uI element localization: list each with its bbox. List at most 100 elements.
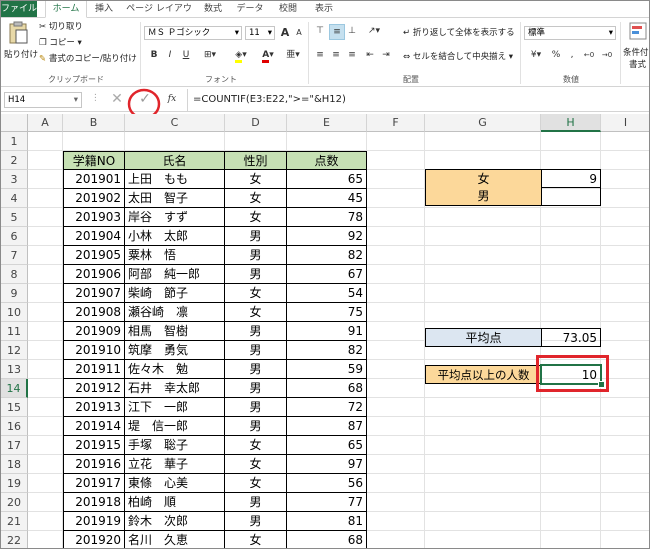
row-header[interactable]: 4 bbox=[1, 189, 28, 208]
name-cell[interactable]: 阿部 純一郎 bbox=[125, 265, 225, 284]
score-cell[interactable]: 82 bbox=[287, 341, 367, 360]
increase-decimal-button[interactable]: ←0 bbox=[581, 48, 597, 62]
student-id-cell[interactable]: 201916 bbox=[63, 455, 125, 474]
student-id-cell[interactable]: 201901 bbox=[63, 170, 125, 189]
student-id-cell[interactable]: 201920 bbox=[63, 531, 125, 548]
row-header[interactable]: 14 bbox=[1, 379, 28, 398]
score-cell[interactable]: 78 bbox=[287, 208, 367, 227]
student-id-cell[interactable]: 201918 bbox=[63, 493, 125, 512]
student-id-cell[interactable]: 201917 bbox=[63, 474, 125, 493]
row-header[interactable]: 7 bbox=[1, 246, 28, 265]
table-header-cell[interactable]: 氏名 bbox=[125, 151, 225, 170]
female-count-cell[interactable]: 9 bbox=[541, 169, 601, 188]
score-cell[interactable]: 92 bbox=[287, 227, 367, 246]
student-id-cell[interactable]: 201904 bbox=[63, 227, 125, 246]
italic-button[interactable]: I bbox=[163, 48, 177, 62]
merge-center-button[interactable]: ⇔ セルを結合して中央揃え ▾ bbox=[403, 50, 513, 62]
name-cell[interactable]: 手塚 聡子 bbox=[125, 436, 225, 455]
tab-page-layout[interactable]: ページ レイアウト bbox=[125, 1, 193, 30]
underline-button[interactable]: U bbox=[179, 48, 193, 62]
cancel-icon[interactable]: ✕ bbox=[109, 92, 125, 106]
increase-indent-button[interactable]: ⇥ bbox=[379, 48, 393, 62]
tab-insert[interactable]: 挿入 bbox=[89, 1, 119, 17]
name-cell[interactable]: 佐々木 勉 bbox=[125, 360, 225, 379]
row-header[interactable]: 20 bbox=[1, 493, 28, 512]
student-id-cell[interactable]: 201908 bbox=[63, 303, 125, 322]
student-id-cell[interactable]: 201911 bbox=[63, 360, 125, 379]
name-cell[interactable]: 太田 智子 bbox=[125, 189, 225, 208]
align-bottom-button[interactable]: ⊥ bbox=[345, 24, 359, 38]
gender-cell[interactable]: 女 bbox=[225, 189, 287, 208]
row-header[interactable]: 15 bbox=[1, 398, 28, 417]
orientation-button[interactable]: ↗▾ bbox=[363, 24, 385, 38]
font-color-button[interactable]: A▾ bbox=[257, 48, 279, 63]
decrease-decimal-button[interactable]: →0 bbox=[599, 48, 615, 62]
row-header[interactable]: 17 bbox=[1, 436, 28, 455]
row-header[interactable]: 6 bbox=[1, 227, 28, 246]
tab-view[interactable]: 表示 bbox=[309, 1, 339, 17]
gender-cell[interactable]: 女 bbox=[225, 170, 287, 189]
student-id-cell[interactable]: 201919 bbox=[63, 512, 125, 531]
table-header-cell[interactable]: 点数 bbox=[287, 151, 367, 170]
name-cell[interactable]: 江下 一郎 bbox=[125, 398, 225, 417]
score-cell[interactable]: 87 bbox=[287, 417, 367, 436]
name-cell[interactable]: 小林 太郎 bbox=[125, 227, 225, 246]
grow-font-button[interactable]: A bbox=[279, 26, 291, 40]
score-cell[interactable]: 68 bbox=[287, 531, 367, 548]
row-header[interactable]: 8 bbox=[1, 265, 28, 284]
gender-cell[interactable]: 男 bbox=[225, 360, 287, 379]
select-all-corner[interactable] bbox=[1, 114, 28, 132]
name-cell[interactable]: 筑摩 勇気 bbox=[125, 341, 225, 360]
score-cell[interactable]: 56 bbox=[287, 474, 367, 493]
row-header[interactable]: 13 bbox=[1, 360, 28, 379]
font-name-select[interactable]: ＭＳ Ｐゴシック ▾ bbox=[144, 26, 242, 40]
name-cell[interactable]: 立花 華子 bbox=[125, 455, 225, 474]
paste-icon[interactable] bbox=[7, 21, 29, 45]
column-header-b[interactable]: B bbox=[63, 114, 125, 132]
student-id-cell[interactable]: 201906 bbox=[63, 265, 125, 284]
decrease-indent-button[interactable]: ⇤ bbox=[363, 48, 377, 62]
row-header[interactable]: 5 bbox=[1, 208, 28, 227]
name-cell[interactable]: 上田 もも bbox=[125, 170, 225, 189]
conditional-format-icon[interactable] bbox=[629, 22, 649, 42]
tab-data[interactable]: データ bbox=[233, 1, 267, 17]
tab-home[interactable]: ホーム bbox=[45, 1, 87, 18]
gender-cell[interactable]: 女 bbox=[225, 208, 287, 227]
insert-function-button[interactable]: fx bbox=[163, 92, 181, 106]
column-header-f[interactable]: F bbox=[367, 114, 425, 132]
name-cell[interactable]: 鈴木 次郎 bbox=[125, 512, 225, 531]
gender-cell[interactable]: 女 bbox=[225, 455, 287, 474]
table-header-cell[interactable]: 性別 bbox=[225, 151, 287, 170]
gender-cell[interactable]: 男 bbox=[225, 246, 287, 265]
formula-input[interactable]: =COUNTIF(E3:E22,">="&H12) bbox=[193, 94, 346, 105]
score-cell[interactable]: 67 bbox=[287, 265, 367, 284]
student-id-cell[interactable]: 201912 bbox=[63, 379, 125, 398]
gender-cell[interactable]: 男 bbox=[225, 512, 287, 531]
gender-cell[interactable]: 男 bbox=[225, 265, 287, 284]
name-cell[interactable]: 相馬 智樹 bbox=[125, 322, 225, 341]
score-cell[interactable]: 81 bbox=[287, 512, 367, 531]
copy-button[interactable]: ❐ コピー ▾ bbox=[39, 36, 82, 48]
align-top-button[interactable]: ⊤ bbox=[313, 24, 327, 38]
number-format-select[interactable]: 標準 ▾ bbox=[524, 26, 616, 40]
align-left-button[interactable]: ≡ bbox=[313, 48, 327, 62]
row-header[interactable]: 18 bbox=[1, 455, 28, 474]
font-size-select[interactable]: 11 ▾ bbox=[245, 26, 275, 40]
gender-cell[interactable]: 女 bbox=[225, 284, 287, 303]
female-label-cell[interactable]: 女 bbox=[425, 169, 541, 188]
tab-review[interactable]: 校閲 bbox=[273, 1, 303, 17]
above-average-label-cell[interactable]: 平均点以上の人数 bbox=[425, 365, 541, 384]
score-cell[interactable]: 75 bbox=[287, 303, 367, 322]
score-cell[interactable]: 82 bbox=[287, 246, 367, 265]
name-box[interactable]: H14 ▾ bbox=[4, 92, 82, 108]
wrap-text-button[interactable]: ↵ 折り返して全体を表示する bbox=[403, 26, 515, 38]
student-id-cell[interactable]: 201909 bbox=[63, 322, 125, 341]
currency-button[interactable]: ¥▾ bbox=[525, 48, 547, 62]
name-cell[interactable]: 粟林 悟 bbox=[125, 246, 225, 265]
gender-cell[interactable]: 男 bbox=[225, 379, 287, 398]
gender-cell[interactable]: 男 bbox=[225, 227, 287, 246]
column-header-c[interactable]: C bbox=[125, 114, 225, 132]
student-id-cell[interactable]: 201907 bbox=[63, 284, 125, 303]
name-cell[interactable]: 石井 幸太郎 bbox=[125, 379, 225, 398]
name-cell[interactable]: 名川 久恵 bbox=[125, 531, 225, 548]
